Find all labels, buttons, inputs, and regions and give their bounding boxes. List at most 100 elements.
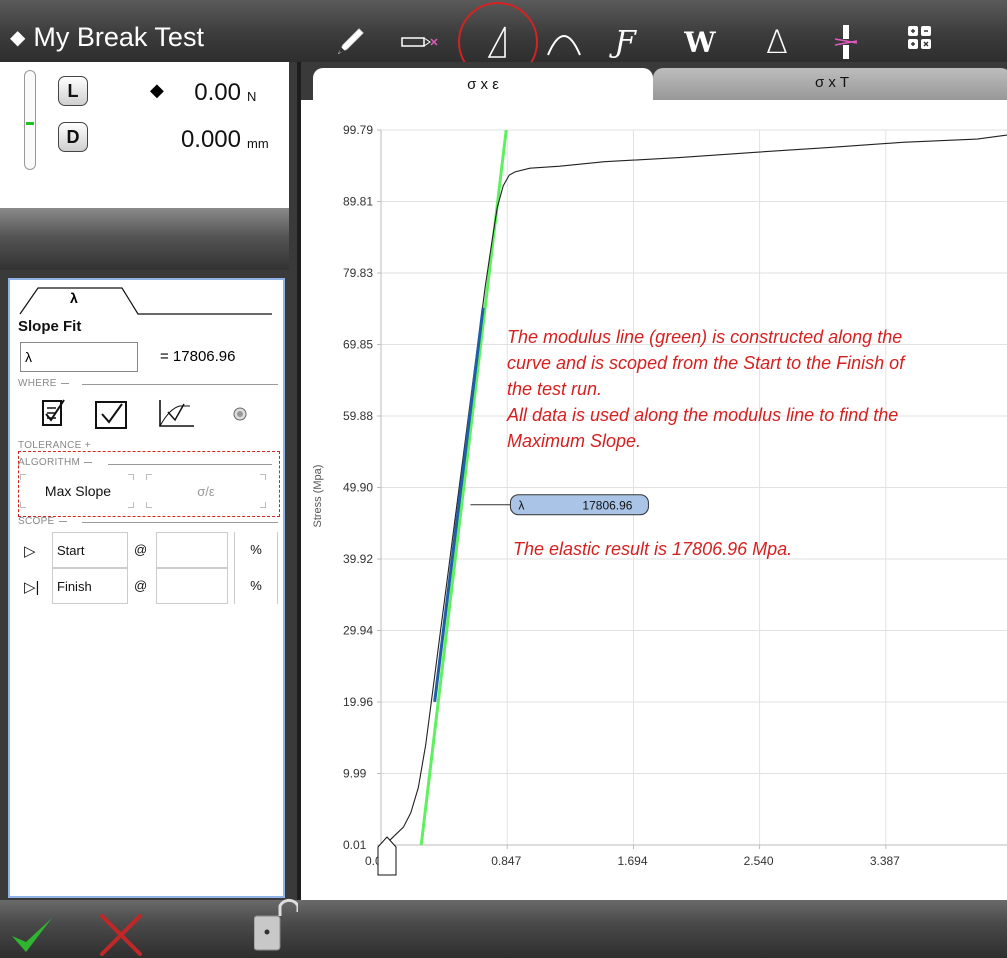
start-at-label: @ <box>134 542 148 557</box>
delta-icon[interactable]: Δ <box>757 23 797 61</box>
modulus-note-line: the test run. <box>507 379 603 399</box>
scope-divider <box>82 522 278 523</box>
load-value: 0.00 <box>194 79 241 106</box>
tolerance-section-label: TOLERANCE + <box>18 440 91 451</box>
checkbox-check-icon[interactable] <box>92 398 132 430</box>
test-selector[interactable]: ◆ My Break Test <box>10 22 204 53</box>
load-unit: N <box>247 89 257 104</box>
modulus-note-line: All data is used along the modulus line … <box>507 405 899 425</box>
button-corner <box>260 474 266 480</box>
max-slope-button[interactable]: Max Slope <box>22 476 134 506</box>
finish-at-label: @ <box>134 578 148 593</box>
y-tick-label: 79.83 <box>343 266 373 280</box>
unlock-icon[interactable] <box>253 892 300 958</box>
displacement-key-button[interactable]: D <box>58 122 88 152</box>
slope-icon[interactable] <box>478 24 518 60</box>
displacement-unit: mm <box>247 136 269 151</box>
button-corner <box>146 502 152 508</box>
modulus-note-line: The modulus line (green) is constructed … <box>507 327 903 347</box>
slider-marker <box>26 122 34 125</box>
load-direction-icon[interactable]: ◆ <box>150 80 164 101</box>
x-tick-label: 2.540 <box>744 854 774 868</box>
list-check-icon[interactable] <box>38 398 68 430</box>
bottom-toolbar <box>0 898 1007 958</box>
scope-section-label: SCOPE <box>18 516 67 527</box>
tab-stress-strain[interactable]: σ x ε <box>313 68 653 100</box>
radio-option-icon[interactable] <box>232 406 248 422</box>
tab-stress-time[interactable]: σ x T <box>653 68 1007 100</box>
peak-icon[interactable] <box>544 24 584 60</box>
where-divider <box>82 384 278 385</box>
speed-slider[interactable] <box>24 70 36 170</box>
result-annotation: The elastic result is 17806.96 Mpa. <box>513 539 793 559</box>
top-toolbar: ◆ My Break Test Ƒ W Δ <box>0 0 1007 82</box>
x-tick-label: 0.847 <box>491 854 521 868</box>
readout-panel: L D ◆ 0.00 N 0.000 mm <box>0 62 289 208</box>
start-percent-unit: % <box>234 532 278 568</box>
button-corner <box>20 474 26 480</box>
lambda-name-input[interactable]: λ <box>20 342 138 372</box>
slope-result: = 17806.96 <box>160 348 236 365</box>
app-window: ◆ My Break Test Ƒ W Δ L D ◆ 0.00 N 0.000… <box>0 0 1007 958</box>
graph-check-icon[interactable] <box>156 398 196 430</box>
tab-lambda[interactable]: λ <box>19 284 272 315</box>
x-tick-label: 1.694 <box>617 854 647 868</box>
finish-percent-unit: % <box>234 568 278 604</box>
modulus-note-line: curve and is scoped from the Start to th… <box>507 353 905 373</box>
calculator-icon[interactable] <box>900 20 940 56</box>
start-button[interactable]: Start <box>52 532 128 568</box>
extensometer-icon[interactable] <box>398 24 438 60</box>
y-tick-label: 9.99 <box>343 766 367 780</box>
y-tick-label: 29.94 <box>343 624 373 638</box>
chart-tabs: σ x ε σ x T <box>301 62 1007 100</box>
separator-band <box>0 208 289 270</box>
algorithm-divider <box>108 464 272 465</box>
load-key-button[interactable]: L <box>58 76 88 106</box>
button-corner <box>260 502 266 508</box>
y-tick-label: 49.90 <box>343 481 373 495</box>
result-marker-symbol: λ <box>518 499 524 513</box>
slope-fit-form: λ Slope Fit λ = 17806.96 WHERE TOLERANCE… <box>8 278 285 898</box>
button-corner <box>20 502 26 508</box>
yield-icon[interactable]: Ƒ <box>605 24 645 60</box>
pen-icon[interactable] <box>330 24 370 60</box>
left-panel: L D ◆ 0.00 N 0.000 mm λ Slope Fit λ = 17… <box>0 62 289 900</box>
displacement-value: 0.000 <box>180 126 241 153</box>
button-corner <box>128 502 134 508</box>
modulus-annotation: The modulus line (green) is constructed … <box>507 324 987 454</box>
button-corner <box>128 474 134 480</box>
sigma-eps-button[interactable]: σ/ε <box>146 476 266 506</box>
start-marker-icon: ▷ <box>24 543 36 560</box>
finish-button[interactable]: Finish <box>52 568 128 604</box>
y-tick-label: 0.01 <box>343 838 367 852</box>
work-icon[interactable]: W <box>680 24 720 60</box>
stress-strain-chart[interactable]: 0.01 9.99 19.96 29.94 39.92 49.90 59.88 69.85 79… <box>301 100 1007 900</box>
start-percent-input[interactable] <box>156 532 228 568</box>
y-tick-label: 69.85 <box>343 338 373 352</box>
break-icon[interactable] <box>826 24 866 60</box>
cancel-x-icon[interactable] <box>98 914 144 958</box>
yield-glyph: Ƒ <box>614 24 636 60</box>
form-heading: Slope Fit <box>18 318 82 335</box>
algorithm-section-label: ALGORITHM <box>18 457 93 468</box>
delta-glyph: Δ <box>766 23 788 61</box>
where-section-label: WHERE <box>18 378 69 389</box>
button-corner <box>146 474 152 480</box>
x-tick-label: 3.387 <box>870 854 900 868</box>
work-glyph: W <box>684 25 716 59</box>
tab-lambda-label: λ <box>70 290 78 306</box>
y-tick-label: 39.92 <box>343 552 373 566</box>
result-marker-value: 17806.96 <box>582 499 632 513</box>
app-title: My Break Test <box>33 22 204 52</box>
y-tick-label: 19.96 <box>343 695 373 709</box>
accept-check-icon[interactable] <box>10 914 54 958</box>
y-tick-label: 99.79 <box>343 123 373 137</box>
updown-arrows-icon: ◆ <box>10 27 26 49</box>
finish-marker-icon: ▷| <box>24 579 40 596</box>
stress-strain-curve <box>380 134 1007 846</box>
y-tick-label: 59.88 <box>343 409 373 423</box>
chart-pane: σ x ε σ x T 0.01 9.99 19.96 29.94 39.92 49.90… <box>297 62 1007 900</box>
modulus-note-line: Maximum Slope. <box>507 431 642 451</box>
finish-percent-input[interactable] <box>156 568 228 604</box>
y-axis-label: Stress (Mpa) <box>312 465 324 528</box>
